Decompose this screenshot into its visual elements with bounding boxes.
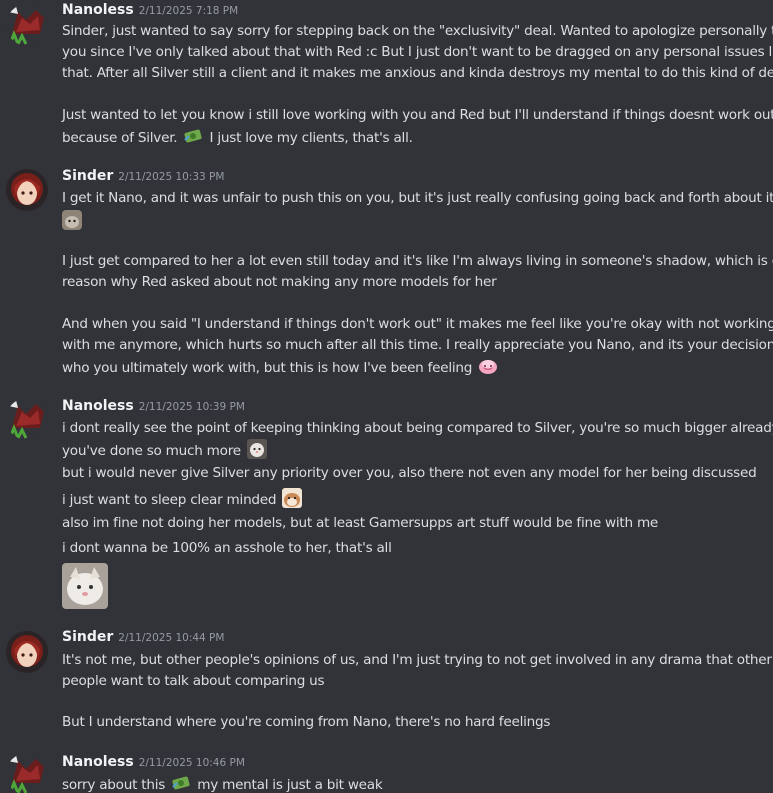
message-line: with me anymore, which hurts so much aft… [62, 337, 773, 353]
message-line: reason why Red asked about not making an… [62, 274, 497, 290]
message-text: my mental is just a bit weak [197, 777, 383, 793]
message-line: i dont wanna be 100% an asshole to her, … [62, 540, 392, 556]
message-text: who you ultimately work with, but this i… [62, 360, 473, 376]
money-emoji-icon[interactable] [183, 126, 203, 146]
dragon-avatar-icon[interactable] [6, 753, 48, 793]
author-name[interactable]: Nanoless [62, 2, 134, 18]
hamster-emoji-icon[interactable] [282, 488, 303, 508]
timestamp[interactable]: 2/11/2025 7:18 PM [139, 5, 238, 17]
cat-sticker-image[interactable] [62, 563, 108, 609]
message-line: but i would never give Silver any priori… [62, 465, 757, 481]
dragon-avatar-icon[interactable] [6, 398, 48, 440]
message-line: that. After all Silver still a client an… [62, 65, 773, 81]
timestamp[interactable]: 2/11/2025 10:46 PM [139, 757, 245, 769]
money-emoji-icon[interactable] [171, 773, 191, 793]
timestamp[interactable]: 2/11/2025 10:33 PM [118, 171, 224, 183]
message-line: i dont really see the point of keeping t… [62, 420, 773, 436]
cat-face-emoji-icon[interactable] [246, 439, 267, 459]
message-text: sorry about this [62, 777, 166, 793]
message-line: who you ultimately work with, but this i… [62, 356, 767, 379]
message-line: And when you said "I understand if thing… [62, 316, 773, 332]
message-line: Sinder, just wanted to say sorry for ste… [62, 23, 773, 39]
timestamp[interactable]: 2/11/2025 10:44 PM [118, 632, 224, 644]
message-line: sorry about this my mental is just a bit… [62, 773, 767, 793]
message-line: Just wanted to let you know i still love… [62, 107, 773, 123]
redhead-avatar-icon[interactable] [6, 169, 48, 211]
message-line: you since I've only talked about that wi… [62, 44, 773, 60]
author-name[interactable]: Sinder [62, 629, 113, 645]
message-line: But I understand where you're coming fro… [62, 714, 551, 730]
message-line: I get it Nano, and it was unfair to push… [62, 190, 773, 206]
message-text: i just want to sleep clear minded [62, 492, 277, 508]
author-name[interactable]: Nanoless [62, 398, 134, 414]
author-name[interactable]: Nanoless [62, 754, 134, 770]
author-name[interactable]: Sinder [62, 168, 113, 184]
message-line: because of Silver. I just love my client… [62, 126, 767, 149]
message-text: you've done so much more [62, 443, 241, 459]
dragon-avatar-icon[interactable] [6, 4, 48, 46]
message-text: I just love my clients, that's all. [209, 130, 413, 146]
blush-emoji-icon[interactable] [478, 356, 498, 376]
message-line: also im fine not doing her models, but a… [62, 515, 659, 531]
message-line: I just get compared to her a lot even st… [62, 253, 773, 269]
redhead-avatar-icon[interactable] [6, 631, 48, 673]
cat-emoji-icon[interactable] [62, 210, 82, 230]
message-line: people want to talk about comparing us [62, 673, 325, 689]
message-line: i just want to sleep clear minded [62, 488, 767, 511]
timestamp[interactable]: 2/11/2025 10:39 PM [139, 401, 245, 413]
message-line: you've done so much more [62, 439, 767, 462]
message-line: It's not me, but other people's opinions… [62, 652, 772, 668]
message-text: because of Silver. [62, 130, 178, 146]
